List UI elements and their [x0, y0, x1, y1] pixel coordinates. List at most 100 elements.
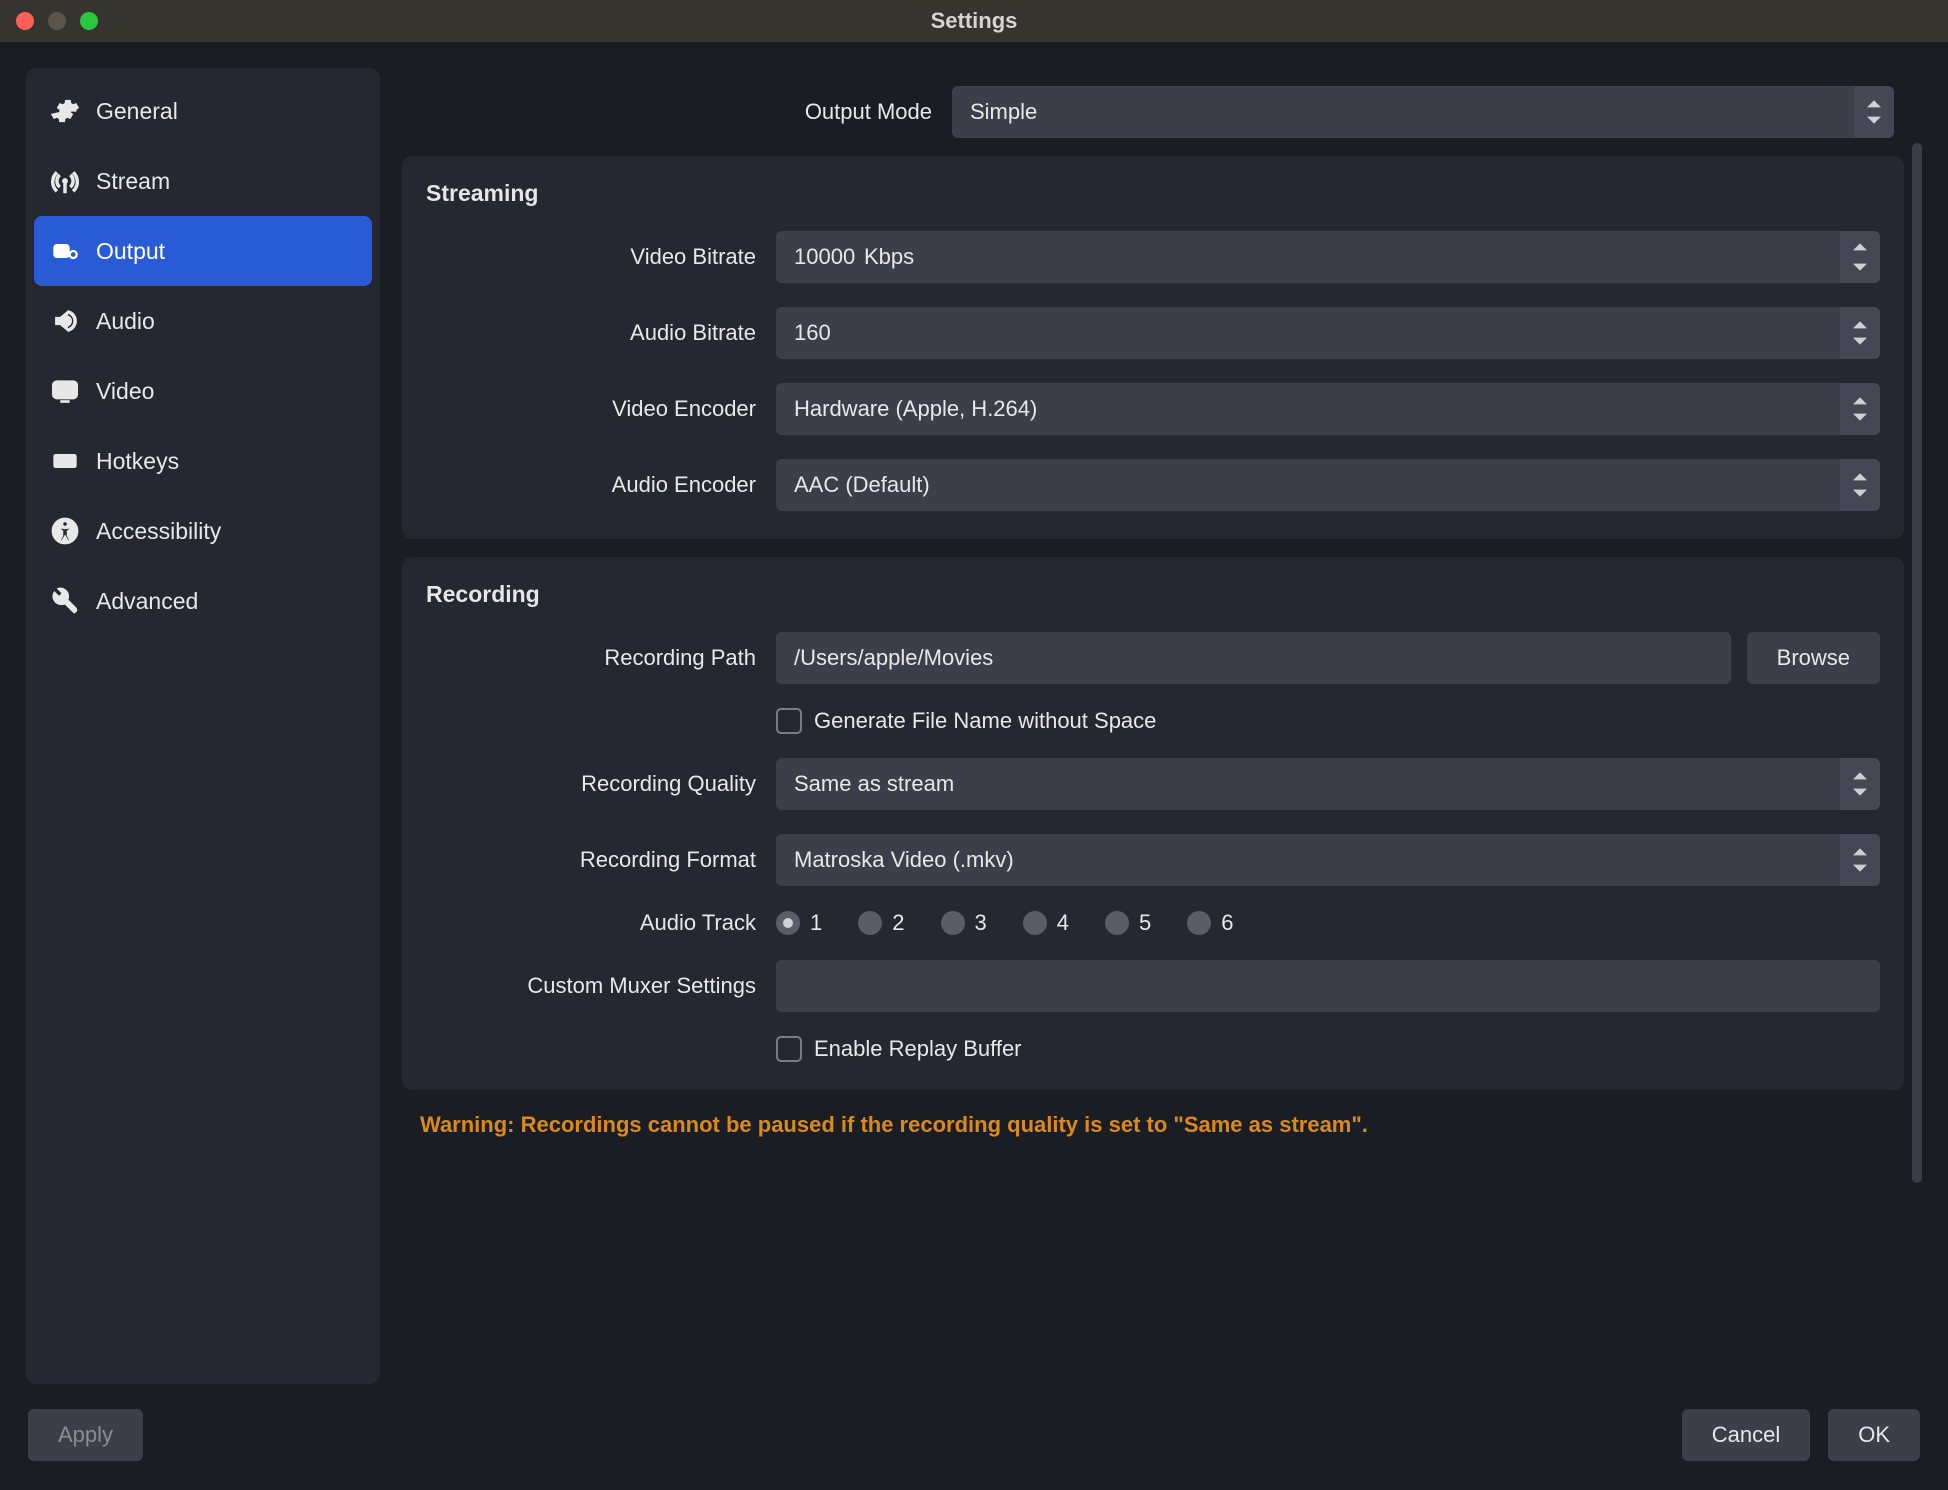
custom-muxer-input[interactable]	[776, 960, 1880, 1012]
radio-icon	[1023, 911, 1047, 935]
browse-button[interactable]: Browse	[1747, 632, 1880, 684]
recording-title: Recording	[426, 581, 1880, 608]
sidebar-item-label: Advanced	[96, 588, 198, 615]
close-window-button[interactable]	[16, 12, 34, 30]
output-mode-select[interactable]: Simple	[952, 86, 1894, 138]
generate-filename-no-space-checkbox[interactable]: Generate File Name without Space	[776, 708, 1156, 734]
sidebar-item-label: Hotkeys	[96, 448, 179, 475]
video-bitrate-label: Video Bitrate	[426, 244, 756, 270]
scrollbar-thumb[interactable]	[1912, 143, 1922, 1183]
checkbox-box-icon	[776, 708, 802, 734]
recording-path-input[interactable]: /Users/apple/Movies	[776, 632, 1731, 684]
settings-sidebar: General Stream Output	[26, 68, 380, 1384]
sidebar-item-stream[interactable]: Stream	[34, 146, 372, 216]
cancel-button[interactable]: Cancel	[1682, 1409, 1810, 1461]
input-value: 10000	[794, 244, 855, 270]
audio-track-radio-3[interactable]: 3	[941, 910, 987, 936]
sidebar-item-accessibility[interactable]: Accessibility	[34, 496, 372, 566]
recording-warning: Warning: Recordings cannot be paused if …	[402, 1108, 1904, 1138]
chevron-up-down-icon	[1840, 307, 1880, 359]
checkbox-label: Generate File Name without Space	[814, 708, 1156, 734]
chevron-up-down-icon	[1840, 834, 1880, 886]
sidebar-item-audio[interactable]: Audio	[34, 286, 372, 356]
gear-icon	[50, 96, 80, 126]
select-value: 160	[794, 320, 831, 346]
minimize-window-button[interactable]	[48, 12, 66, 30]
recording-quality-select[interactable]: Same as stream	[776, 758, 1880, 810]
ok-button[interactable]: OK	[1828, 1409, 1920, 1461]
window-body: General Stream Output	[0, 42, 1948, 1490]
tools-icon	[50, 586, 80, 616]
sidebar-item-output[interactable]: Output	[34, 216, 372, 286]
accessibility-icon	[50, 516, 80, 546]
dialog-button-bar: Apply Cancel OK	[26, 1402, 1922, 1468]
settings-content: Output Mode Simple Streaming Video Bitra…	[402, 68, 1922, 1384]
radio-label: 4	[1057, 910, 1069, 936]
stepper-arrows-icon[interactable]	[1840, 231, 1880, 283]
recording-path-label: Recording Path	[426, 645, 756, 671]
zoom-window-button[interactable]	[80, 12, 98, 30]
audio-track-radio-5[interactable]: 5	[1105, 910, 1151, 936]
input-unit: Kbps	[864, 244, 914, 270]
sidebar-item-label: Video	[96, 378, 154, 405]
video-bitrate-input[interactable]: 10000 Kbps	[776, 231, 1880, 283]
output-icon	[50, 236, 80, 266]
sidebar-item-label: General	[96, 98, 178, 125]
window-controls	[0, 12, 98, 30]
streaming-panel: Streaming Video Bitrate 10000 Kbps	[402, 156, 1904, 539]
recording-format-label: Recording Format	[426, 847, 756, 873]
audio-track-radio-group: 1 2 3	[776, 910, 1234, 936]
speaker-icon	[50, 306, 80, 336]
sidebar-item-label: Audio	[96, 308, 155, 335]
audio-track-radio-4[interactable]: 4	[1023, 910, 1069, 936]
sidebar-item-advanced[interactable]: Advanced	[34, 566, 372, 636]
radio-label: 1	[810, 910, 822, 936]
broadcast-icon	[50, 166, 80, 196]
radio-icon	[776, 911, 800, 935]
audio-bitrate-label: Audio Bitrate	[426, 320, 756, 346]
scrollbar[interactable]	[1912, 143, 1922, 1223]
sidebar-item-label: Stream	[96, 168, 170, 195]
sidebar-item-video[interactable]: Video	[34, 356, 372, 426]
radio-icon	[858, 911, 882, 935]
apply-button[interactable]: Apply	[28, 1409, 143, 1461]
output-mode-row: Output Mode Simple	[402, 68, 1904, 138]
audio-track-radio-6[interactable]: 6	[1187, 910, 1233, 936]
radio-icon	[1105, 911, 1129, 935]
recording-format-select[interactable]: Matroska Video (.mkv)	[776, 834, 1880, 886]
sidebar-item-label: Accessibility	[96, 518, 221, 545]
audio-bitrate-select[interactable]: 160	[776, 307, 1880, 359]
radio-icon	[1187, 911, 1211, 935]
radio-label: 5	[1139, 910, 1151, 936]
audio-track-label: Audio Track	[426, 910, 756, 936]
input-value: /Users/apple/Movies	[794, 645, 993, 671]
video-encoder-label: Video Encoder	[426, 396, 756, 422]
enable-replay-buffer-checkbox[interactable]: Enable Replay Buffer	[776, 1036, 1022, 1062]
audio-track-radio-1[interactable]: 1	[776, 910, 822, 936]
chevron-up-down-icon	[1840, 459, 1880, 511]
streaming-title: Streaming	[426, 180, 1880, 207]
select-value: Simple	[970, 99, 1037, 125]
recording-panel: Recording Recording Path /Users/apple/Mo…	[402, 557, 1904, 1090]
sidebar-item-label: Output	[96, 238, 165, 265]
audio-encoder-label: Audio Encoder	[426, 472, 756, 498]
radio-icon	[941, 911, 965, 935]
checkbox-label: Enable Replay Buffer	[814, 1036, 1022, 1062]
radio-label: 3	[975, 910, 987, 936]
window-title: Settings	[931, 8, 1018, 34]
checkbox-box-icon	[776, 1036, 802, 1062]
video-encoder-select[interactable]: Hardware (Apple, H.264)	[776, 383, 1880, 435]
display-icon	[50, 376, 80, 406]
settings-window: Settings General Stream	[0, 0, 1948, 1490]
chevron-up-down-icon	[1840, 383, 1880, 435]
recording-quality-label: Recording Quality	[426, 771, 756, 797]
select-value: Same as stream	[794, 771, 954, 797]
audio-encoder-select[interactable]: AAC (Default)	[776, 459, 1880, 511]
chevron-up-down-icon	[1854, 86, 1894, 138]
chevron-up-down-icon	[1840, 758, 1880, 810]
sidebar-item-hotkeys[interactable]: Hotkeys	[34, 426, 372, 496]
sidebar-item-general[interactable]: General	[34, 76, 372, 146]
radio-label: 2	[892, 910, 904, 936]
audio-track-radio-2[interactable]: 2	[858, 910, 904, 936]
custom-muxer-label: Custom Muxer Settings	[426, 973, 756, 999]
